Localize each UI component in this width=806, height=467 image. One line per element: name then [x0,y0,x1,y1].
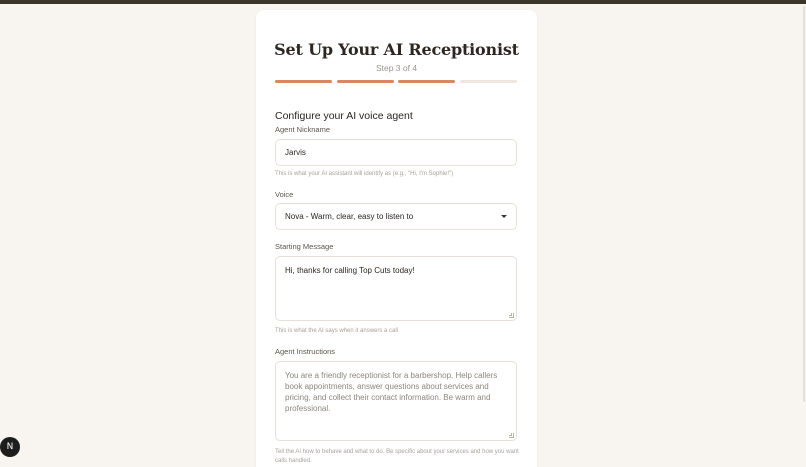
instructions-textarea[interactable]: You are a friendly receptionist for a ba… [275,361,517,441]
nickname-value: Jarvis [285,148,306,157]
step-indicator: Step 3 of 4 [375,63,418,73]
section-title: Configure your AI voice agent [275,110,413,122]
instructions-placeholder: You are a friendly receptionist for a ba… [285,371,498,413]
starting-message-label: Starting Message [275,242,334,251]
starting-message-textarea[interactable]: Hi, thanks for calling Top Cuts today! [275,256,517,321]
nickname-hint: This is what your AI assistant will iden… [275,171,454,177]
progress-segment-3 [398,80,455,83]
top-bar [0,0,806,4]
instructions-hint: Tell the AI how to behave and what to do… [275,449,519,464]
starting-message-value: Hi, thanks for calling Top Cuts today! [285,266,415,275]
instructions-label: Agent Instructions [275,347,336,356]
setup-card: Set Up Your AI Receptionist Step 3 of 4 … [256,10,537,467]
voice-select[interactable]: Nova - Warm, clear, easy to listen to [275,203,517,230]
devtools-badge[interactable]: N [0,437,20,457]
starting-message-hint: This is what the AI says when it answers… [275,328,399,334]
progress-segment-2 [336,80,394,83]
voice-label: Voice [275,190,294,199]
progress-bar [275,80,517,83]
nickname-label: Agent Nickname [275,125,331,134]
progress-segment-1 [275,80,332,83]
progress-segment-4 [459,80,517,83]
voice-selected-value: Nova - Warm, clear, easy to listen to [285,212,414,221]
resize-handle-icon[interactable] [509,433,514,438]
nickname-input[interactable]: Jarvis [275,139,517,166]
page-title: Set Up Your AI Receptionist [274,40,519,59]
scrollbar[interactable] [803,6,805,402]
chevron-down-icon [501,215,507,218]
resize-handle-icon[interactable] [509,313,514,318]
